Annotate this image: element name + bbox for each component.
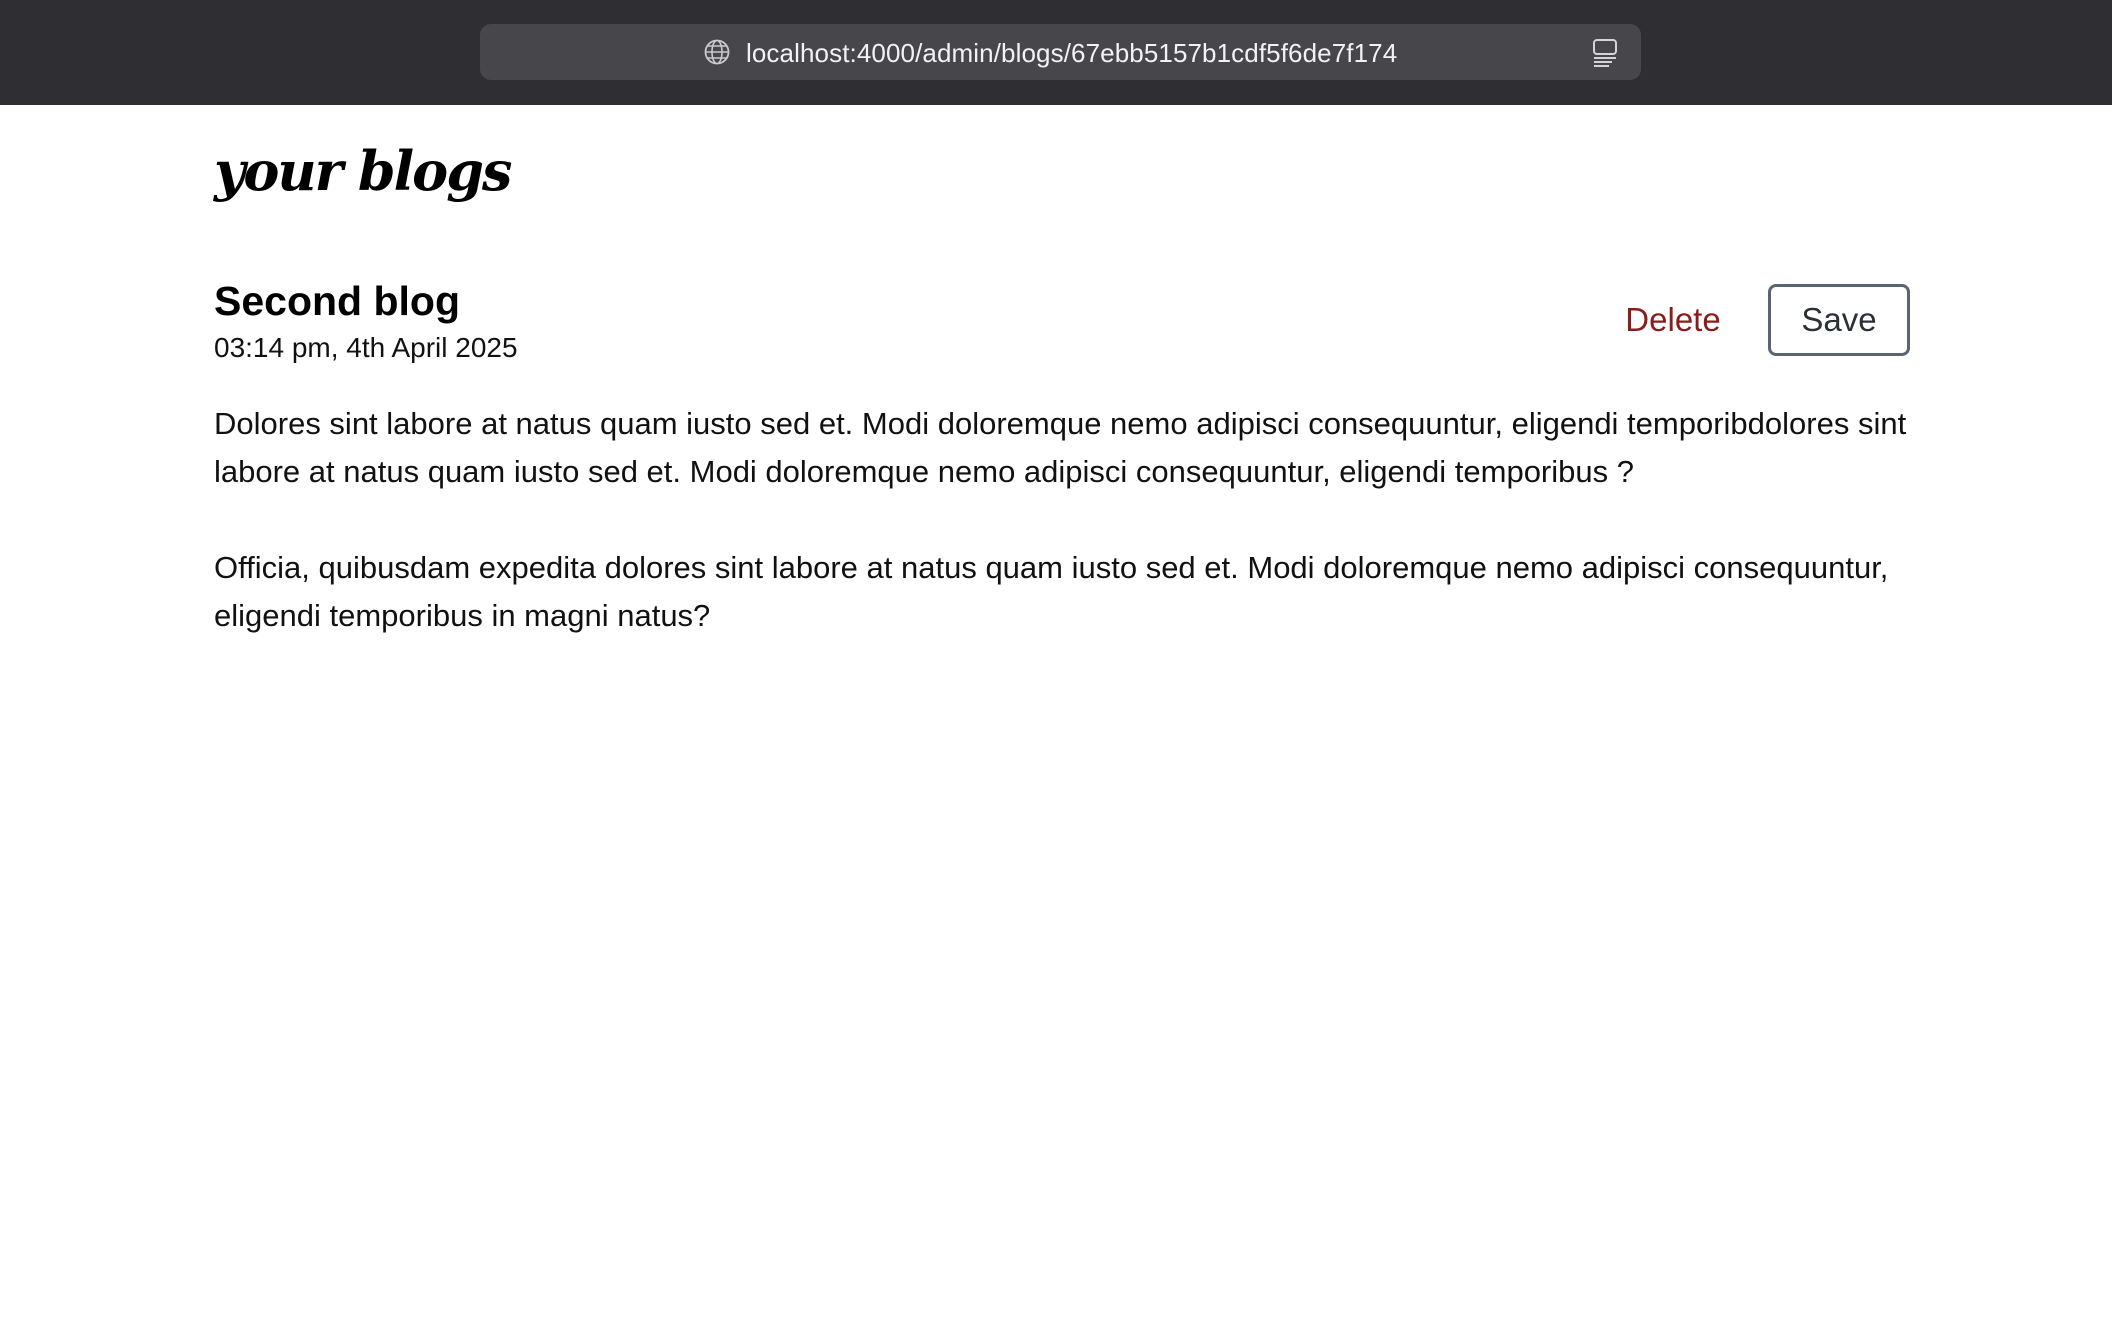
globe-icon xyxy=(704,39,730,65)
url-text[interactable]: localhost:4000/admin/blogs/67ebb5157b1cd… xyxy=(746,35,1397,71)
blog-paragraph: Dolores sint labore at natus quam iusto … xyxy=(214,406,1907,489)
delete-button[interactable]: Delete xyxy=(1610,290,1736,350)
blog-body: Dolores sint labore at natus quam iusto … xyxy=(214,400,1914,688)
reader-icon[interactable] xyxy=(1591,36,1619,68)
blog-date: 03:14 pm, 4th April 2025 xyxy=(214,332,518,363)
save-button[interactable]: Save xyxy=(1768,284,1910,356)
blog-paragraph: Officia, quibusdam expedita dolores sint… xyxy=(214,550,1889,633)
page-title: your blogs xyxy=(214,139,512,203)
browser-toolbar: localhost:4000/admin/blogs/67ebb5157b1cd… xyxy=(0,0,2112,105)
blog-title: Second blog xyxy=(214,278,460,324)
